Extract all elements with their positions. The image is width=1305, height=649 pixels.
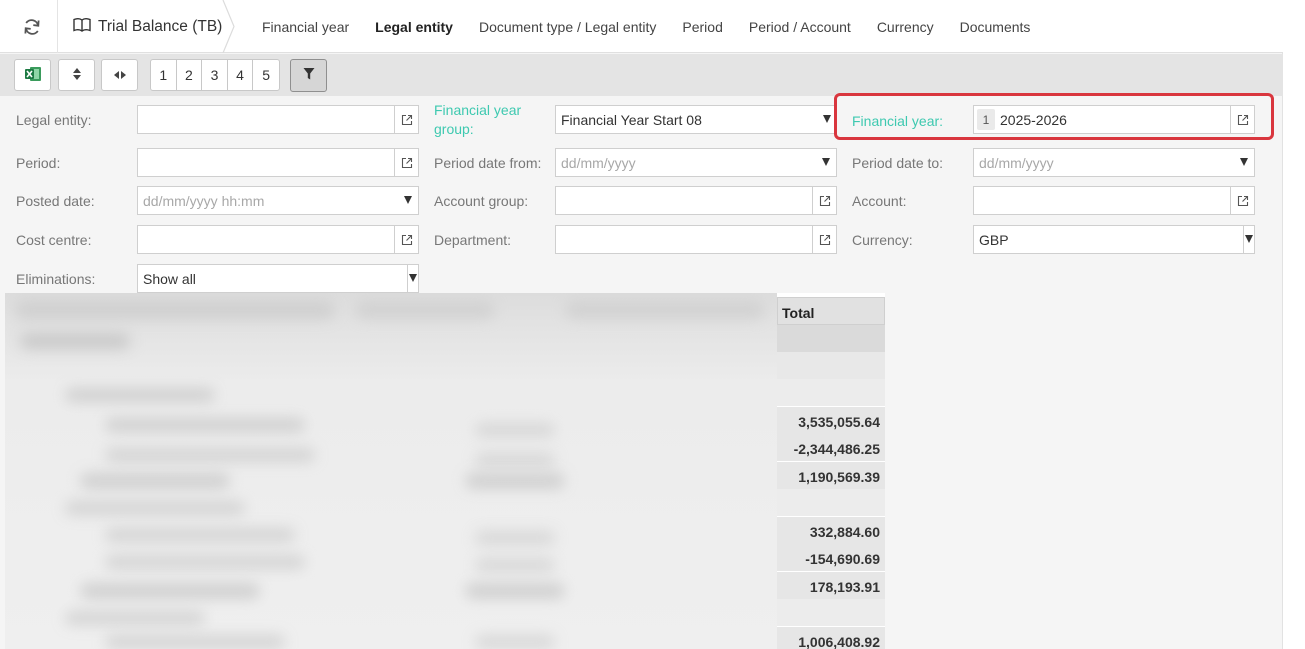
account-group-label: Account group: (434, 193, 529, 209)
window-edge (1283, 0, 1305, 649)
expand-horizontal-icon (113, 67, 127, 83)
currency-value: GBP (979, 232, 1009, 248)
chevron-down-icon[interactable] (404, 196, 412, 204)
cost-centre-label: Cost centre: (16, 232, 92, 248)
table-cell (777, 599, 885, 626)
account-label: Account: (852, 193, 907, 209)
tab-documents[interactable]: Documents (947, 19, 1044, 35)
posted-date-field[interactable]: dd/mm/yyyy hh:mm (137, 186, 419, 215)
filter-toggle-button[interactable] (290, 59, 327, 92)
lookup-icon[interactable] (394, 226, 418, 253)
lookup-icon[interactable] (1230, 187, 1254, 214)
legal-entity-field[interactable] (137, 105, 419, 134)
chevron-down-icon[interactable] (823, 115, 831, 123)
sort-updown-icon (72, 67, 82, 84)
cost-centre-field[interactable] (137, 225, 419, 254)
book-icon (73, 17, 91, 38)
posted-date-placeholder: dd/mm/yyyy hh:mm (143, 193, 265, 209)
total-column: Total 3,535,055.64 -2,344,486.25 1,190,5… (777, 293, 885, 649)
tab-period-account[interactable]: Period / Account (736, 19, 864, 35)
chevron-down-icon[interactable] (822, 158, 830, 166)
tab-period[interactable]: Period (669, 19, 735, 35)
page-button-3[interactable]: 3 (202, 60, 228, 90)
nav-divider (57, 0, 58, 53)
table-cell: 332,884.60 (777, 517, 885, 544)
period-date-from-placeholder: dd/mm/yyyy (561, 155, 636, 171)
eliminations-label: Eliminations: (16, 271, 96, 287)
period-date-to-placeholder: dd/mm/yyyy (979, 155, 1054, 171)
export-excel-button[interactable] (14, 59, 51, 91)
lookup-icon[interactable] (812, 187, 836, 214)
legal-entity-label: Legal entity: (16, 112, 92, 128)
period-date-to-label: Period date to: (852, 155, 944, 171)
tab-financial-year[interactable]: Financial year (249, 19, 362, 35)
table-cell (777, 352, 885, 379)
top-navigation: Trial Balance (TB) Financial year Legal … (0, 0, 1283, 56)
period-date-to-field[interactable]: dd/mm/yyyy (973, 148, 1255, 177)
tab-document-type-legal-entity[interactable]: Document type / Legal entity (466, 19, 669, 35)
page-title: Trial Balance (TB) (73, 16, 222, 38)
chevron-down-icon[interactable] (407, 265, 418, 292)
financial-year-group-label: Financial year group: (434, 102, 522, 137)
expand-columns-button[interactable] (101, 59, 138, 91)
table-cell (777, 489, 885, 516)
department-label: Department: (434, 232, 512, 248)
account-field[interactable] (973, 186, 1255, 215)
page-button-2[interactable]: 2 (177, 60, 203, 90)
page-button-4[interactable]: 4 (228, 60, 254, 90)
blurred-content (5, 293, 777, 649)
trial-balance-grid: Total 3,535,055.64 -2,344,486.25 1,190,5… (5, 293, 885, 649)
tab-currency[interactable]: Currency (864, 19, 947, 35)
department-field[interactable] (555, 225, 837, 254)
highlight-box (834, 93, 1274, 140)
lookup-icon[interactable] (394, 149, 418, 176)
total-column-header[interactable]: Total (777, 297, 885, 325)
chevron-down-icon[interactable] (1240, 158, 1248, 166)
currency-select[interactable]: GBP (973, 225, 1255, 254)
period-field[interactable] (137, 148, 419, 177)
tab-legal-entity[interactable]: Legal entity (362, 19, 466, 35)
table-cell: -2,344,486.25 (777, 434, 885, 461)
page-button-1[interactable]: 1 (151, 60, 177, 90)
eliminations-value: Show all (143, 271, 196, 287)
financial-year-group-select[interactable]: Financial Year Start 08 (555, 105, 837, 134)
app-window: Trial Balance (TB) Financial year Legal … (0, 0, 1283, 649)
table-cell: 3,535,055.64 (777, 407, 885, 434)
filter-icon (303, 67, 315, 84)
table-cell (777, 325, 885, 352)
table-cell: 1,190,569.39 (777, 462, 885, 489)
excel-icon (24, 66, 42, 85)
table-cell (777, 379, 885, 406)
financial-year-group-value: Financial Year Start 08 (561, 112, 702, 128)
table-cell: 1,006,408.92 (777, 627, 885, 649)
lookup-icon[interactable] (394, 106, 418, 133)
chevron-down-icon[interactable] (1243, 226, 1254, 253)
posted-date-label: Posted date: (16, 193, 95, 209)
sort-button[interactable] (58, 59, 95, 91)
currency-label: Currency: (852, 232, 913, 248)
toolbar: 1 2 3 4 5 (0, 54, 1283, 96)
page-button-5[interactable]: 5 (253, 60, 279, 90)
period-date-from-label: Period date from: (434, 155, 542, 171)
eliminations-select[interactable]: Show all (137, 264, 419, 293)
table-cell: 178,193.91 (777, 572, 885, 599)
page-selector: 1 2 3 4 5 (150, 59, 280, 91)
period-label: Period: (16, 155, 61, 171)
page-title-text: Trial Balance (TB) (98, 18, 223, 35)
refresh-icon[interactable] (18, 14, 46, 40)
breadcrumb-separator (222, 0, 236, 56)
tab-bar: Financial year Legal entity Document typ… (249, 0, 1043, 53)
table-cell: -154,690.69 (777, 544, 885, 571)
period-date-from-field[interactable]: dd/mm/yyyy (555, 148, 837, 177)
account-group-field[interactable] (555, 186, 837, 215)
lookup-icon[interactable] (812, 226, 836, 253)
